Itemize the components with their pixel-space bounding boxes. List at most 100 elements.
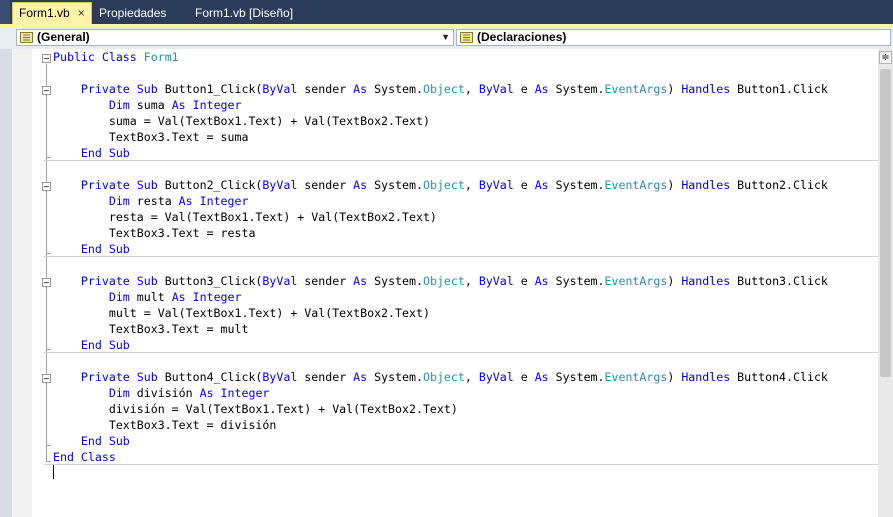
declarations-icon (460, 32, 473, 43)
code-token: System. (367, 274, 423, 288)
code-token: sender (297, 274, 354, 288)
code-token: , (464, 370, 479, 384)
code-line: End Class (53, 449, 116, 465)
code-line: suma = Val(TextBox1.Text) + Val(TextBox2… (53, 113, 430, 129)
code-line: Dim resta As Integer (53, 193, 249, 209)
code-token: System. (548, 82, 605, 96)
code-editor[interactable]: Public Class Form1 Private Sub Button1_C… (32, 49, 878, 517)
collapse-icon[interactable] (42, 54, 51, 63)
outline-end (46, 253, 51, 254)
code-token: System. (548, 178, 605, 192)
collapse-icon[interactable] (42, 278, 51, 287)
code-token: System. (548, 370, 605, 384)
code-line: Dim división As Integer (53, 385, 270, 401)
outline-end (46, 349, 51, 350)
code-token: System. (548, 274, 605, 288)
code-token: e (513, 370, 535, 384)
close-icon[interactable]: × (78, 3, 85, 23)
keyword-token: As (534, 370, 549, 384)
code-token: suma (129, 98, 172, 112)
text-caret (53, 465, 54, 479)
collapse-icon[interactable] (42, 86, 51, 95)
code-line: TextBox3.Text = suma (53, 129, 249, 145)
method-name-dropdown[interactable]: (Declaraciones) (456, 29, 891, 46)
type-token: EventArgs (604, 370, 668, 384)
outline-line (46, 384, 47, 445)
type-token: Object (422, 178, 465, 192)
keyword-token: End Sub (80, 338, 130, 352)
collapse-icon[interactable] (42, 182, 51, 191)
code-line: resta = Val(TextBox1.Text) + Val(TextBox… (53, 209, 437, 225)
outline-end (46, 157, 51, 158)
code-line: TextBox3.Text = resta (53, 225, 256, 241)
code-token: división = Val(TextBox1.Text) + Val(Text… (53, 402, 458, 416)
scrollbar-thumb[interactable] (880, 69, 891, 377)
keyword-token: Private Sub (80, 274, 165, 288)
code-token: resta = Val(TextBox1.Text) + Val(TextBox… (53, 210, 437, 224)
code-token: división (129, 386, 200, 400)
code-token: sender (297, 370, 354, 384)
code-line: End Sub (53, 433, 130, 449)
class-name-value: (General) (37, 30, 90, 44)
code-token: , (464, 82, 479, 96)
code-token: TextBox3.Text = resta (53, 226, 256, 240)
tab-form1-design[interactable]: Form1.vb [Diseño] (189, 3, 299, 24)
outline-line (46, 288, 47, 349)
code-token: ) (667, 178, 682, 192)
code-line: TextBox3.Text = división (53, 417, 277, 433)
keyword-token: Handles (681, 370, 731, 384)
keyword-token: As (353, 178, 368, 192)
code-token: mult (129, 290, 172, 304)
tab-form1-vb[interactable]: Form1.vb × (12, 2, 92, 25)
chevron-down-icon[interactable]: ▼ (441, 29, 450, 46)
code-line: Dim mult As Integer (53, 289, 242, 305)
code-token: , (464, 178, 479, 192)
code-token: suma = Val(TextBox1.Text) + Val(TextBox2… (53, 114, 430, 128)
keyword-token: As Integer (171, 290, 242, 304)
editor-left-frame (0, 49, 12, 517)
code-token: ) (667, 370, 682, 384)
code-token: ) (667, 274, 682, 288)
code-token: Button1_Click( (164, 82, 263, 96)
code-token: System. (367, 178, 423, 192)
code-line: Private Sub Button1_Click(ByVal sender A… (53, 81, 828, 97)
code-token: sender (297, 178, 354, 192)
keyword-token: ByVal (478, 370, 514, 384)
code-navigation-bar: (General) ▼ (Declaraciones) (0, 27, 893, 50)
code-token: resta (129, 194, 179, 208)
keyword-token: As Integer (171, 98, 242, 112)
collapse-icon[interactable] (42, 374, 51, 383)
procedure-separator (44, 160, 878, 161)
code-token: e (513, 178, 535, 192)
keyword-token: End Class (53, 450, 116, 464)
code-line: división = Val(TextBox1.Text) + Val(Text… (53, 401, 458, 417)
keyword-token: ByVal (478, 274, 514, 288)
split-handle-icon[interactable]: ≑ (879, 51, 892, 64)
keyword-token: ByVal (478, 178, 514, 192)
tab-propiedades[interactable]: Propiedades (93, 3, 172, 24)
code-token: TextBox3.Text = suma (53, 130, 249, 144)
type-token: Form1 (143, 50, 179, 64)
code-token: TextBox3.Text = mult (53, 322, 249, 336)
keyword-token: As (353, 370, 368, 384)
tab-label: Form1.vb [Diseño] (195, 6, 294, 20)
vertical-scrollbar[interactable]: ≑ (878, 49, 893, 517)
keyword-token: As Integer (178, 194, 249, 208)
class-name-dropdown[interactable]: (General) ▼ (16, 29, 454, 46)
general-icon (20, 32, 33, 43)
code-line: Private Sub Button3_Click(ByVal sender A… (53, 273, 828, 289)
type-token: Object (422, 370, 465, 384)
keyword-token: End Sub (80, 242, 130, 256)
code-token: Button4.Click (730, 370, 828, 384)
keyword-token: Dim (108, 98, 130, 112)
code-line: Private Sub Button4_Click(ByVal sender A… (53, 369, 828, 385)
outline-line (46, 192, 47, 253)
keyword-token: As (534, 274, 549, 288)
